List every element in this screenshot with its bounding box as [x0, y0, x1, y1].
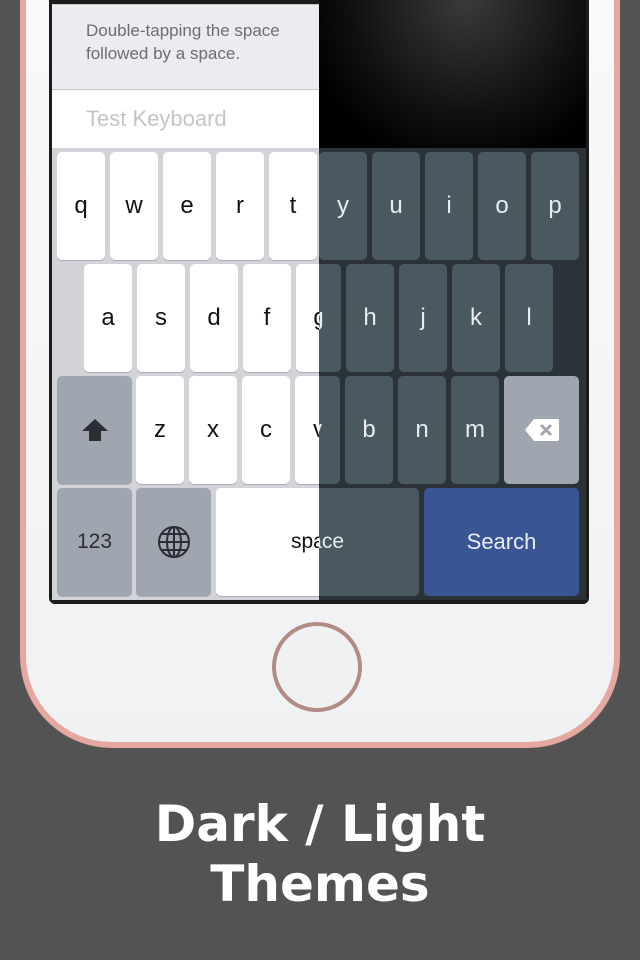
light-theme-half: Double-tapping the space followed by a s… — [52, 0, 319, 600]
search-key[interactable]: Search — [424, 488, 579, 596]
globe-key[interactable] — [136, 488, 211, 596]
key-n[interactable]: n — [398, 376, 446, 484]
key-p[interactable]: p — [531, 152, 579, 260]
key-b[interactable]: b — [345, 376, 393, 484]
keyboard-dark: qwertyuiopasdfghjklzxcvbnm123spaceSearch — [319, 148, 586, 600]
key-h[interactable]: h — [346, 264, 394, 372]
key-x[interactable]: x — [189, 376, 237, 484]
key-u[interactable]: u — [372, 152, 420, 260]
key-q[interactable]: q — [57, 152, 105, 260]
caption: Dark / Light Themes — [0, 794, 640, 914]
key-s[interactable]: s — [137, 264, 185, 372]
key-c[interactable]: c — [242, 376, 290, 484]
test-keyboard-placeholder: Test Keyboard — [86, 106, 227, 131]
key-t[interactable]: t — [269, 152, 317, 260]
key-v[interactable]: v — [295, 376, 319, 484]
key-r[interactable]: r — [216, 152, 264, 260]
key-g[interactable]: g — [319, 264, 341, 372]
dark-background — [319, 0, 586, 150]
delete-icon — [524, 417, 560, 443]
space-key[interactable]: space — [319, 488, 419, 596]
key-f[interactable]: f — [243, 264, 291, 372]
shift-key[interactable] — [57, 376, 132, 484]
key-i[interactable]: i — [425, 152, 473, 260]
key-m[interactable]: m — [451, 376, 499, 484]
key-y[interactable]: y — [319, 152, 367, 260]
caption-line-1: Dark / Light — [154, 795, 486, 853]
key-d[interactable]: d — [190, 264, 238, 372]
key-w[interactable]: w — [110, 152, 158, 260]
key-e[interactable]: e — [163, 152, 211, 260]
key-a[interactable]: a — [84, 264, 132, 372]
key-v[interactable]: v — [319, 376, 340, 484]
key-k[interactable]: k — [452, 264, 500, 372]
key-l[interactable]: l — [505, 264, 553, 372]
home-button[interactable] — [272, 622, 362, 712]
caption-line-2: Themes — [210, 855, 430, 913]
key-z[interactable]: z — [136, 376, 184, 484]
delete-key[interactable] — [504, 376, 579, 484]
numbers-key[interactable]: 123 — [57, 488, 132, 596]
note-text: Double-tapping the space followed by a s… — [86, 21, 280, 63]
settings-note: Double-tapping the space followed by a s… — [52, 4, 319, 90]
keyboard-light: qwertyuiopasdfghjklzxcvbnm123spaceSearch — [52, 148, 319, 600]
globe-icon — [157, 525, 191, 559]
test-keyboard-field[interactable]: Test Keyboard — [52, 90, 319, 148]
key-g[interactable]: g — [296, 264, 319, 372]
shift-icon — [80, 417, 110, 443]
dark-theme-half: qwertyuiopasdfghjklzxcvbnm123spaceSearch — [319, 0, 586, 600]
phone-screen: Double-tapping the space followed by a s… — [49, 0, 589, 604]
key-o[interactable]: o — [478, 152, 526, 260]
space-key[interactable]: space — [216, 488, 319, 596]
key-j[interactable]: j — [399, 264, 447, 372]
